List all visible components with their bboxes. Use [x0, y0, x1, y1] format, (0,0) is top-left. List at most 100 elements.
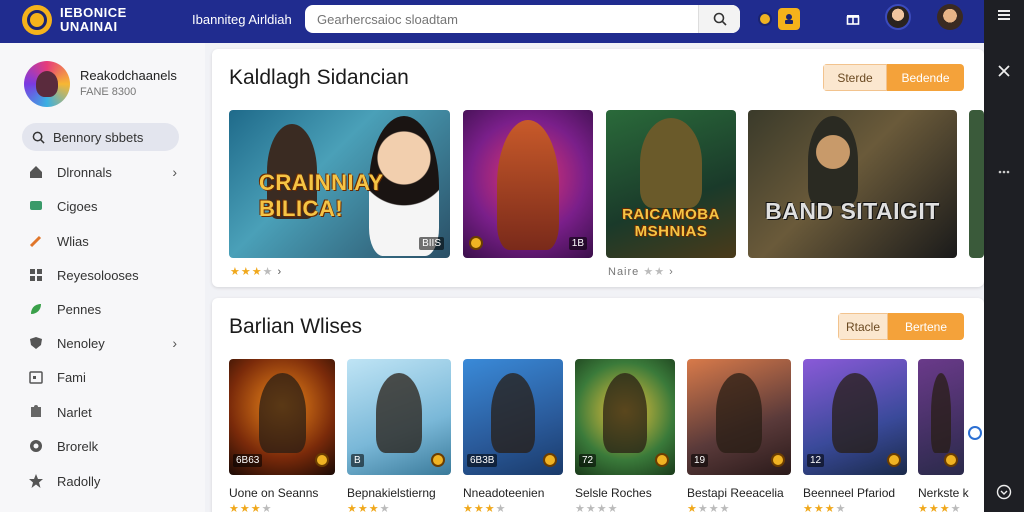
logo-icon[interactable] [22, 5, 52, 35]
game-title[interactable]: Nerkste k [918, 486, 969, 500]
game-badge: 72 [579, 454, 597, 467]
friend-avatar[interactable] [937, 4, 963, 30]
coin-icon [469, 236, 483, 250]
game-title[interactable]: Nneadoteenien [463, 486, 544, 500]
tile-badge: BIIS [419, 237, 444, 250]
sidebar-item-label: Reyesolooses [57, 267, 139, 283]
close-icon[interactable] [984, 64, 1024, 78]
profile-avatar[interactable] [24, 61, 70, 107]
filter-buttons: Rtacle Bertene [838, 313, 964, 340]
rating-text: Naire [608, 266, 640, 278]
rating-stars: ★★★★ [229, 503, 273, 512]
search-icon [713, 12, 727, 26]
filter-buttons: Sterde Bedende [823, 64, 964, 91]
search-input[interactable] [305, 5, 698, 33]
sidebar-item-fami[interactable]: Fami [28, 366, 183, 388]
game-title[interactable]: Uone on Seanns [229, 486, 318, 500]
filter-button-a[interactable]: Sterde [823, 64, 887, 91]
gamepad-icon [28, 438, 44, 454]
sidebar: Reakodchaanels FANE 8300 Bennory sbbets … [0, 43, 205, 512]
menu-icon[interactable] [984, 8, 1024, 22]
featured-section: Kaldlagh Sidancian Sterde Bedende CRAINN… [212, 49, 984, 287]
game-tile[interactable]: 72 [575, 359, 675, 475]
sidebar-item-radolly[interactable]: Radolly [28, 470, 183, 492]
sidebar-item-reyesolooses[interactable]: Reyesolooses [28, 264, 183, 286]
brand-name[interactable]: IEBONICE UNAINAI [60, 6, 127, 34]
sidebar-item-narlet[interactable]: Narlet [28, 401, 183, 423]
sidebar-item-label: Radolly [57, 473, 101, 489]
rating-stars: ★★★★ [803, 503, 847, 512]
tile-title: RAICAMOBA MSHNIAS [622, 206, 720, 240]
game-tile[interactable]: 12 [803, 359, 907, 475]
calendar-icon [28, 369, 44, 385]
rating-stars: ★★★★ [918, 503, 962, 512]
featured-tile-2[interactable]: 1B [463, 110, 593, 258]
search-button[interactable] [698, 5, 740, 33]
sidebar-item-label: Dlronnals [57, 164, 112, 180]
rating-stars: ★★★★ › [230, 266, 283, 278]
tile-title: BAND SITAIGIT [765, 198, 940, 224]
puzzle-icon [28, 404, 44, 420]
coins-icon[interactable] [754, 8, 776, 30]
scroll-right-button[interactable] [968, 426, 982, 440]
filter-button-b[interactable]: Bertene [888, 313, 964, 340]
featured-tile-3[interactable]: RAICAMOBA MSHNIAS [606, 110, 736, 258]
sidebar-item-nenoley[interactable]: Nenoley › [28, 332, 183, 354]
chevron-down-icon[interactable] [984, 484, 1024, 500]
filter-button-a[interactable]: Rtacle [838, 313, 888, 340]
brand-line-2: UNAINAI [60, 19, 118, 34]
sidebar-item-label: Brorelk [57, 438, 99, 454]
coin-icon [771, 453, 785, 467]
game-tile[interactable]: B [347, 359, 451, 475]
featured-tile-1[interactable]: CRAINNIAY BILICA! BIIS [229, 110, 450, 258]
coin-icon [655, 453, 669, 467]
sidebar-item-dlronnals[interactable]: Dlronnals › [28, 161, 183, 183]
sidebar-item-brorelk[interactable]: Brorelk [28, 435, 183, 457]
game-tile[interactable] [918, 359, 964, 475]
sidebar-item-cigoes[interactable]: Cigoes [28, 195, 183, 217]
game-title[interactable]: Bestapi Reeacelia [687, 486, 784, 500]
sidebar-item-label: Narlet [57, 404, 92, 420]
coin-icon [543, 453, 557, 467]
featured-tile-4[interactable]: BAND SITAIGIT [748, 110, 957, 258]
game-badge: 6B3B [467, 454, 498, 467]
chat-icon [28, 198, 44, 214]
tile-badge: 1B [568, 237, 587, 250]
rating-stars: ★★★★ [575, 503, 619, 512]
sidebar-item-label: Fami [57, 369, 86, 385]
sidebar-item-wlias[interactable]: Wlias [28, 230, 183, 252]
gift-icon[interactable] [842, 8, 864, 30]
grid-icon [28, 267, 44, 283]
chevron-right-icon: › [172, 164, 177, 180]
game-tile[interactable]: 6B63 [229, 359, 335, 475]
rating-stars: ★★★★ [347, 503, 391, 512]
game-tile[interactable]: 19 [687, 359, 791, 475]
sidebar-search[interactable]: Bennory sbbets [22, 123, 179, 151]
rating-stars: ★★★★ [687, 503, 731, 512]
wand-icon [28, 233, 44, 249]
game-tile[interactable]: 6B3B [463, 359, 563, 475]
game-title[interactable]: Selsle Roches [575, 486, 652, 500]
sidebar-item-label: Cigoes [57, 198, 98, 214]
section-title: Barlian Wlises [229, 315, 363, 338]
coin-icon [887, 453, 901, 467]
trophy-icon[interactable] [778, 8, 800, 30]
profile-subtitle: FANE 8300 [80, 86, 137, 98]
sidebar-item-pennes[interactable]: Pennes [28, 298, 183, 320]
game-title[interactable]: Bepnakielstierng [347, 486, 436, 500]
nav-link[interactable]: Ibanniteg Airldiah [192, 12, 292, 27]
section-title: Kaldlagh Sidancian [229, 66, 409, 89]
game-badge: 12 [807, 454, 825, 467]
user-avatar[interactable] [885, 4, 911, 30]
coin-icon [431, 453, 445, 467]
more-icon[interactable] [984, 170, 1024, 174]
featured-tile-peek[interactable] [969, 110, 984, 258]
game-title[interactable]: Beenneel Pfariod [803, 486, 895, 500]
right-rail [984, 0, 1024, 512]
game-badge: 19 [691, 454, 709, 467]
brand-line-1: IEBONICE [60, 5, 127, 20]
game-badge: B [351, 454, 364, 467]
filter-button-b[interactable]: Bedende [887, 64, 964, 91]
tile-title: CRAINNIAY BILICA! [259, 170, 384, 221]
profile-name[interactable]: Reakodchaanels [80, 68, 177, 83]
